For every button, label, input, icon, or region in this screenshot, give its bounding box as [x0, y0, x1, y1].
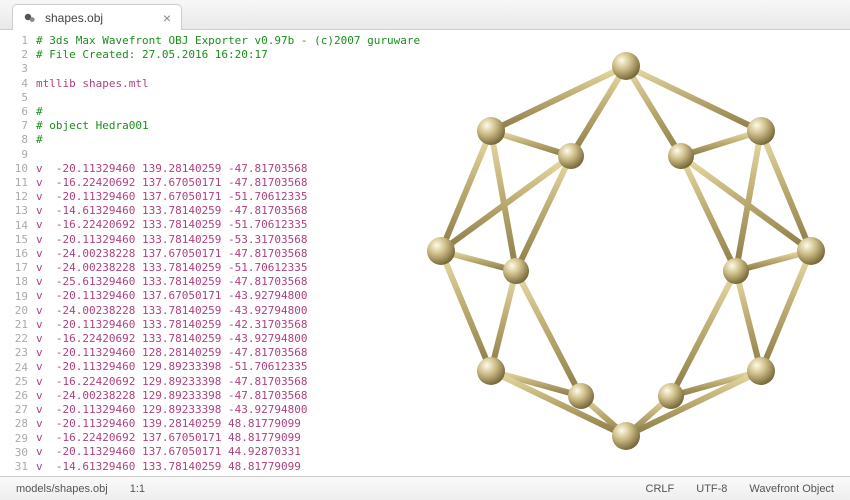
code-line[interactable]	[36, 62, 850, 76]
line-number: 30	[0, 446, 36, 460]
line-number: 31	[0, 460, 36, 474]
line-number: 20	[0, 304, 36, 318]
line-number: 6	[0, 105, 36, 119]
editor[interactable]: 1234567891011121314151617181920212223242…	[0, 30, 850, 476]
status-filetype[interactable]: Wavefront Object	[743, 483, 840, 495]
file-icon	[23, 11, 37, 25]
code-line[interactable]: #	[36, 133, 850, 147]
line-number: 26	[0, 389, 36, 403]
line-number: 9	[0, 148, 36, 162]
line-number: 16	[0, 247, 36, 261]
code-area[interactable]: # 3ds Max Wavefront OBJ Exporter v0.97b …	[36, 30, 850, 476]
status-cursor: 1:1	[124, 483, 151, 495]
line-number: 24	[0, 361, 36, 375]
line-number: 11	[0, 176, 36, 190]
tab-bar: shapes.obj ×	[0, 0, 850, 30]
code-line[interactable]: mtllib shapes.mtl	[36, 77, 850, 91]
line-number: 13	[0, 204, 36, 218]
line-number: 2	[0, 48, 36, 62]
line-number: 4	[0, 77, 36, 91]
code-line[interactable]: v -24.00238228 133.78140259 -43.92794800	[36, 304, 850, 318]
tab-label: shapes.obj	[45, 11, 103, 25]
line-number: 14	[0, 219, 36, 233]
code-line[interactable]: # 3ds Max Wavefront OBJ Exporter v0.97b …	[36, 34, 850, 48]
line-number: 1	[0, 34, 36, 48]
code-line[interactable]: v -16.22420692 133.78140259 -43.92794800	[36, 332, 850, 346]
code-line[interactable]: v -16.22420692 133.78140259 -51.70612335	[36, 218, 850, 232]
line-number: 8	[0, 133, 36, 147]
code-line[interactable]: v -20.11329460 137.67050171 -43.92794800	[36, 289, 850, 303]
line-number: 18	[0, 275, 36, 289]
line-number: 28	[0, 417, 36, 431]
code-line[interactable]: v -14.61329460 133.78140259 -47.81703568	[36, 204, 850, 218]
status-path: models/shapes.obj	[10, 483, 114, 495]
code-line[interactable]: v -20.11329460 137.67050171 44.92870331	[36, 445, 850, 459]
line-number: 17	[0, 261, 36, 275]
code-line[interactable]: v -24.00238228 129.89233398 -47.81703568	[36, 389, 850, 403]
code-line[interactable]: #	[36, 105, 850, 119]
code-line[interactable]: v -20.11329460 139.28140259 -47.81703568	[36, 162, 850, 176]
code-line[interactable]: v -16.22420692 133.78140259 44.92870331	[36, 474, 850, 476]
line-number: 27	[0, 403, 36, 417]
close-icon[interactable]: ×	[163, 11, 171, 25]
line-number: 21	[0, 318, 36, 332]
code-line[interactable]: v -20.11329460 139.28140259 48.81779099	[36, 417, 850, 431]
line-number-gutter: 1234567891011121314151617181920212223242…	[0, 30, 36, 476]
line-number: 15	[0, 233, 36, 247]
status-eol[interactable]: CRLF	[640, 483, 681, 495]
line-number: 3	[0, 62, 36, 76]
line-number: 10	[0, 162, 36, 176]
line-number: 29	[0, 432, 36, 446]
line-number: 25	[0, 375, 36, 389]
code-line[interactable]: v -20.11329460 129.89233398 -51.70612335	[36, 360, 850, 374]
code-line[interactable]: # File Created: 27.05.2016 16:20:17	[36, 48, 850, 62]
code-line[interactable]: v -20.11329460 133.78140259 -53.31703568	[36, 233, 850, 247]
line-number: 19	[0, 290, 36, 304]
code-line[interactable]: v -20.11329460 129.89233398 -43.92794800	[36, 403, 850, 417]
code-line[interactable]: v -20.11329460 137.67050171 -51.70612335	[36, 190, 850, 204]
code-line[interactable]: v -24.00238228 133.78140259 -51.70612335	[36, 261, 850, 275]
code-line[interactable]: v -24.00238228 137.67050171 -47.81703568	[36, 247, 850, 261]
code-line[interactable]: v -14.61329460 133.78140259 48.81779099	[36, 460, 850, 474]
code-line[interactable]	[36, 91, 850, 105]
code-line[interactable]	[36, 148, 850, 162]
line-number: 23	[0, 346, 36, 360]
tab-shapes-obj[interactable]: shapes.obj ×	[12, 4, 182, 30]
code-line[interactable]: v -20.11329460 133.78140259 -42.31703568	[36, 318, 850, 332]
line-number: 22	[0, 332, 36, 346]
line-number: 32	[0, 474, 36, 476]
code-line[interactable]: v -16.22420692 137.67050171 48.81779099	[36, 431, 850, 445]
code-line[interactable]: v -25.61329460 133.78140259 -47.81703568	[36, 275, 850, 289]
status-bar: models/shapes.obj 1:1 CRLF UTF-8 Wavefro…	[0, 476, 850, 500]
status-encoding[interactable]: UTF-8	[690, 483, 733, 495]
line-number: 12	[0, 190, 36, 204]
code-line[interactable]: v -16.22420692 137.67050171 -47.81703568	[36, 176, 850, 190]
code-line[interactable]: v -16.22420692 129.89233398 -47.81703568	[36, 375, 850, 389]
line-number: 7	[0, 119, 36, 133]
line-number: 5	[0, 91, 36, 105]
code-line[interactable]: v -20.11329460 128.28140259 -47.81703568	[36, 346, 850, 360]
code-line[interactable]: # object Hedra001	[36, 119, 850, 133]
